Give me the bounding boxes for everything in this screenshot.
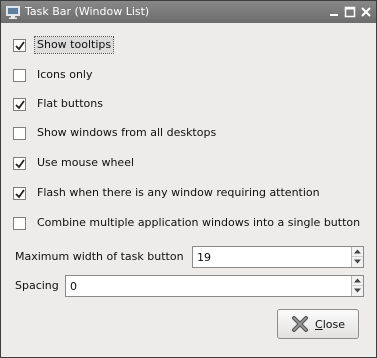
option-label: Combine multiple application windows int… <box>37 216 361 229</box>
checkbox[interactable] <box>13 38 26 52</box>
option-use-mouse-wheel[interactable]: Use mouse wheel <box>13 154 136 172</box>
option-label: Show tooltips <box>33 36 115 54</box>
close-icon[interactable] <box>360 6 372 18</box>
max-width-input[interactable] <box>197 249 347 265</box>
option-label: Flash when there is any window requiring… <box>37 186 320 199</box>
minimize-icon[interactable] <box>328 6 340 18</box>
chevron-down-icon <box>354 259 361 264</box>
option-flat-buttons[interactable]: Flat buttons <box>13 95 105 113</box>
checkbox[interactable] <box>13 126 26 140</box>
title-bar[interactable]: Task Bar (Window List) <box>1 1 376 23</box>
option-show-tooltips[interactable]: Show tooltips <box>13 36 115 54</box>
checkbox[interactable] <box>13 68 26 82</box>
option-label: Flat buttons <box>37 97 103 110</box>
checkbox[interactable] <box>13 97 26 111</box>
chevron-up-icon <box>354 278 361 283</box>
option-label: Use mouse wheel <box>37 156 135 169</box>
option-flash-attention[interactable]: Flash when there is any window requiring… <box>13 184 322 202</box>
option-icons-only[interactable]: Icons only <box>13 66 95 84</box>
dialog-content: Show tooltips Icons only Flat buttons Sh… <box>1 23 376 357</box>
spin-down-button[interactable] <box>352 286 363 296</box>
spin-up-button[interactable] <box>352 247 363 257</box>
close-button-label: Close <box>315 318 345 331</box>
option-show-windows-all-desktops[interactable]: Show windows from all desktops <box>13 124 218 142</box>
spin-down-button[interactable] <box>352 257 363 267</box>
window-title: Task Bar (Window List) <box>25 5 150 18</box>
spacing-spinbox[interactable] <box>65 275 364 297</box>
maximize-icon[interactable] <box>344 6 356 18</box>
checkbox[interactable] <box>13 186 26 200</box>
spin-up-button[interactable] <box>352 276 363 286</box>
spin-arrows <box>351 276 363 296</box>
cross-icon <box>291 315 309 333</box>
dialog-window: Task Bar (Window List) Show tooltips Ico… <box>0 0 377 358</box>
close-mnemonic: C <box>315 317 323 331</box>
checkbox[interactable] <box>13 156 26 170</box>
option-label: Show windows from all desktops <box>37 126 217 139</box>
chevron-down-icon <box>354 288 361 293</box>
max-width-spinbox[interactable] <box>192 246 364 268</box>
check-icon <box>15 99 25 109</box>
checkbox[interactable] <box>13 216 26 230</box>
check-icon <box>15 158 25 168</box>
check-icon <box>15 188 25 198</box>
spacing-label: Spacing <box>15 279 59 292</box>
chevron-up-icon <box>354 249 361 254</box>
option-label: Icons only <box>37 68 93 81</box>
monitor-icon <box>5 4 21 20</box>
close-button[interactable]: Close <box>277 309 359 339</box>
option-combine-windows[interactable]: Combine multiple application windows int… <box>13 214 362 232</box>
check-icon <box>15 40 25 50</box>
max-width-label: Maximum width of task button <box>15 250 184 263</box>
spacing-input[interactable] <box>70 278 340 294</box>
spin-arrows <box>351 247 363 267</box>
close-label-rest: lose <box>322 317 345 331</box>
